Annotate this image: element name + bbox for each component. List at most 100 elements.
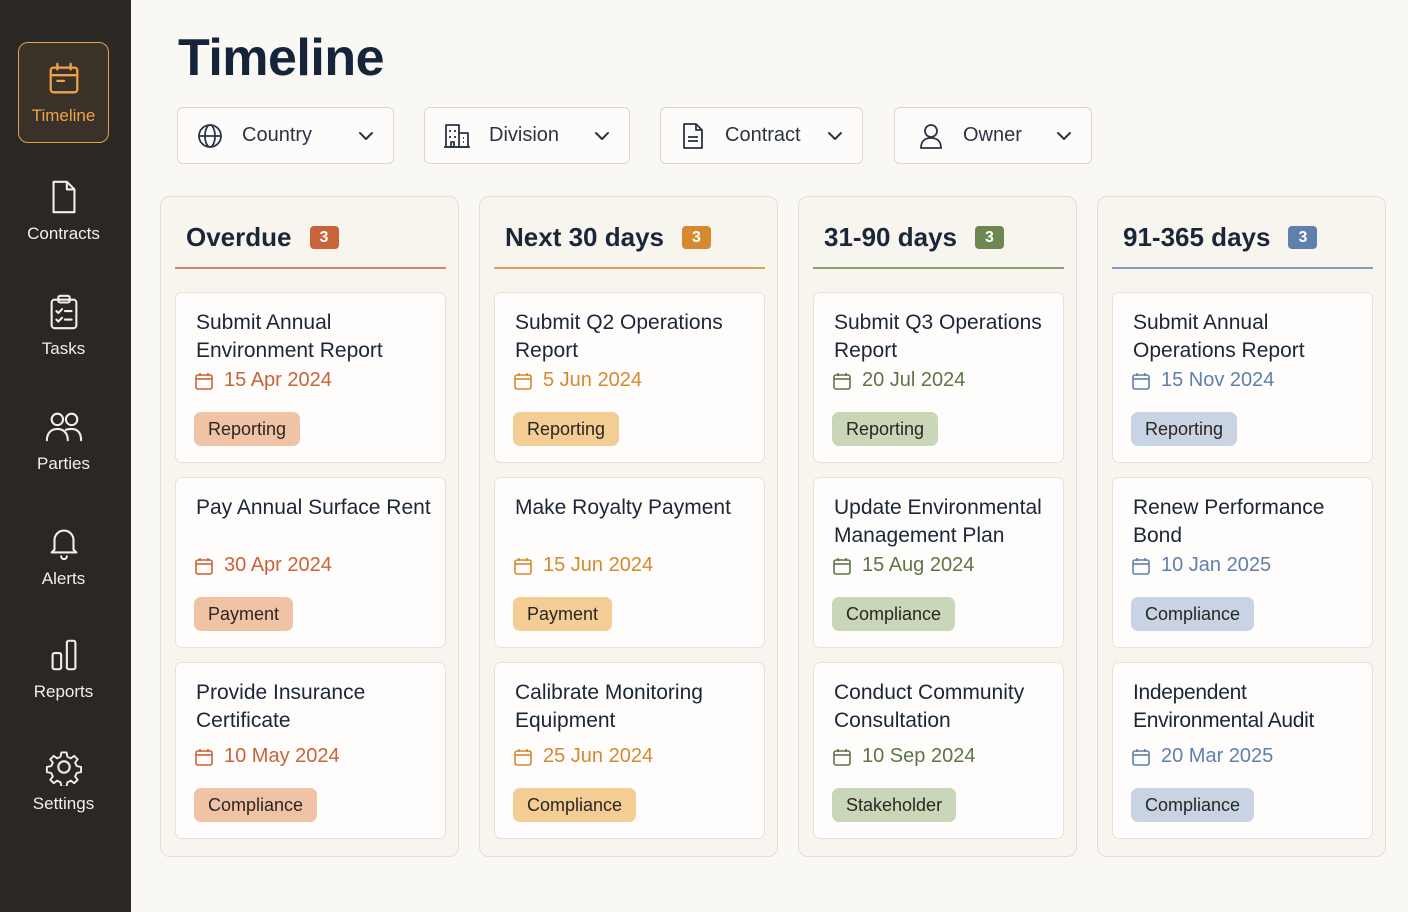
clipboard-check-icon [50, 294, 77, 329]
card-date-text: 25 Jun 2024 [543, 745, 654, 767]
card-date-text: 30 Apr 2024 [224, 554, 332, 576]
sidebar: Timeline Contracts Tasks Parties Alerts … [0, 0, 131, 912]
owner-filter[interactable]: Owner [894, 107, 1092, 164]
card-title: Pay Annual Surface Rent [196, 496, 431, 519]
card-date-text: 20 Mar 2025 [1161, 745, 1274, 767]
calendar-icon [1132, 748, 1150, 766]
document-icon [683, 122, 703, 149]
task-card[interactable]: Calibrate Monitoring Equipment 25 Jun 20… [494, 662, 765, 839]
card-date: 5 Jun 2024 [513, 369, 642, 392]
card-title: Update Environmental Management Plan [834, 496, 1042, 547]
column-title: 31-90 days [824, 222, 957, 252]
category-tag: Compliance [832, 597, 956, 631]
sidebar-item-alerts[interactable]: Alerts [18, 505, 109, 606]
document-icon [52, 180, 75, 213]
card-date: 15 Nov 2024 [1131, 369, 1274, 392]
chevron-down-icon [1057, 131, 1071, 140]
category-tag: Stakeholder [832, 788, 957, 822]
card-date: 15 Aug 2024 [832, 554, 974, 577]
chevron-down-icon [595, 131, 609, 140]
task-card[interactable]: Make Royalty Payment 15 Jun 2024 Payment [494, 477, 765, 648]
category-tag: Compliance [1131, 597, 1255, 631]
count-badge: 3 [974, 226, 1004, 249]
task-card[interactable]: Provide Insurance Certificate 10 May 202… [175, 662, 446, 839]
card-date: 10 Sep 2024 [832, 745, 975, 768]
sidebar-item-settings[interactable]: Settings [18, 730, 109, 831]
card-title: Submit Annual Environment Report [196, 311, 383, 362]
category-tag: Payment [194, 597, 294, 631]
card-date: 10 May 2024 [194, 745, 340, 768]
column-header: Overdue 3 [175, 197, 446, 270]
category-tag: Reporting [513, 412, 620, 446]
calendar-icon [833, 372, 851, 390]
calendar-icon [49, 62, 78, 93]
calendar-icon [1132, 557, 1150, 575]
column-title: Next 30 days [505, 222, 664, 252]
contract-filter[interactable]: Contract [660, 107, 863, 164]
card-date-text: 5 Jun 2024 [543, 369, 642, 391]
card-date-text: 10 Sep 2024 [862, 745, 976, 767]
gear-icon [45, 751, 82, 786]
card-title: Conduct Community Consultation [834, 681, 1025, 732]
task-card[interactable]: Submit Annual Environment Report 15 Apr … [175, 292, 446, 463]
calendar-icon [195, 372, 213, 390]
card-date: 10 Jan 2025 [1131, 554, 1271, 577]
sidebar-item-parties[interactable]: Parties [18, 390, 109, 491]
user-icon [920, 123, 942, 149]
calendar-icon [833, 748, 851, 766]
column-title: 91-365 days [1123, 222, 1271, 252]
card-title: Make Royalty Payment [515, 496, 731, 519]
task-card[interactable]: Renew Performance Bond 10 Jan 2025 Compl… [1112, 477, 1373, 648]
task-card[interactable]: Update Environmental Management Plan 15 … [813, 477, 1064, 648]
building-icon [444, 123, 470, 148]
bell-icon [50, 529, 77, 560]
sidebar-item-tasks[interactable]: Tasks [18, 275, 109, 376]
calendar-icon [514, 372, 532, 390]
task-card[interactable]: Submit Q2 Operations Report 5 Jun 2024 R… [494, 292, 765, 463]
division-filter[interactable]: Division [424, 107, 630, 164]
task-card[interactable]: Pay Annual Surface Rent 30 Apr 2024 Paym… [175, 477, 446, 648]
category-tag: Compliance [194, 788, 318, 822]
card-title: Submit Q3 Operations Report [834, 311, 1042, 362]
country-filter[interactable]: Country [177, 107, 394, 164]
card-date-text: 15 Nov 2024 [1161, 369, 1275, 391]
task-card[interactable]: Submit Annual Operations Report 15 Nov 2… [1112, 292, 1373, 463]
column-title: Overdue [186, 222, 292, 252]
card-title: Provide Insurance Certificate [196, 681, 366, 732]
category-tag: Reporting [194, 412, 301, 446]
users-icon [45, 412, 82, 441]
category-tag: Compliance [513, 788, 637, 822]
count-badge: 3 [681, 226, 711, 249]
task-card[interactable]: Submit Q3 Operations Report 20 Jul 2024 … [813, 292, 1064, 463]
filter-label: Country [242, 124, 313, 146]
card-date: 30 Apr 2024 [194, 554, 332, 577]
column-divider [494, 267, 765, 269]
column-divider [813, 267, 1064, 269]
sidebar-item-label: Timeline [31, 105, 96, 125]
sidebar-item-reports[interactable]: Reports [18, 618, 109, 719]
bar-chart-icon [51, 639, 76, 670]
count-badge: 3 [1288, 226, 1318, 249]
column-31-90-days: 31-90 days 3 Submit Q3 Operations Report… [798, 196, 1077, 857]
card-title: Submit Annual Operations Report [1133, 311, 1305, 362]
column-header: 91-365 days 3 [1112, 197, 1373, 270]
column-divider [175, 267, 446, 269]
count-badge: 3 [309, 226, 339, 249]
sidebar-item-contracts[interactable]: Contracts [18, 160, 109, 261]
sidebar-item-label: Contracts [27, 223, 100, 243]
calendar-icon [833, 557, 851, 575]
calendar-icon [514, 748, 532, 766]
globe-icon [198, 123, 222, 148]
page-title: Timeline [178, 29, 385, 87]
calendar-icon [195, 557, 213, 575]
card-title: Submit Q2 Operations Report [515, 311, 723, 362]
card-date: 15 Apr 2024 [194, 369, 332, 392]
column-header: 31-90 days 3 [813, 197, 1064, 270]
column-91-365-days: 91-365 days 3 Submit Annual Operations R… [1097, 196, 1386, 857]
card-date: 20 Mar 2025 [1131, 745, 1273, 768]
sidebar-item-timeline[interactable]: Timeline [18, 42, 109, 143]
task-card[interactable]: Independent Environmental Audit 20 Mar 2… [1112, 662, 1373, 839]
card-date: 15 Jun 2024 [513, 554, 653, 577]
task-card[interactable]: Conduct Community Consultation 10 Sep 20… [813, 662, 1064, 839]
card-title: Calibrate Monitoring Equipment [515, 681, 703, 732]
